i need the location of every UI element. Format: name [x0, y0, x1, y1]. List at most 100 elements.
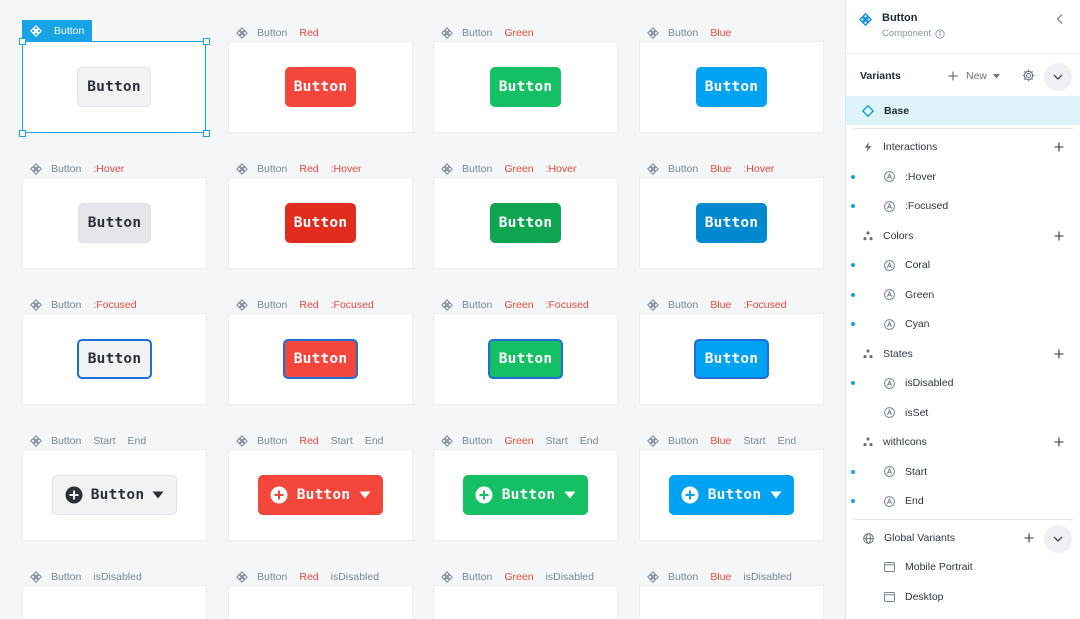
variant-item[interactable]: Coral	[846, 253, 1080, 277]
variant-frame[interactable]: Button	[639, 449, 824, 541]
variant-frame[interactable]: Button	[228, 449, 413, 541]
design-canvas[interactable]: Button Button Red Button Button Green Button Bu…	[0, 0, 845, 619]
variant-frame[interactable]: Button	[228, 177, 413, 269]
variant-label[interactable]: Button Blue isDisabled	[637, 569, 804, 585]
variant-label[interactable]: Button Green:Focused	[431, 297, 601, 313]
variant-frame[interactable]: Button	[433, 177, 618, 269]
component-icon	[647, 163, 659, 175]
expand-variants-button[interactable]	[1044, 63, 1072, 91]
variant-label[interactable]: Button Green isDisabled	[431, 569, 606, 585]
variant-label-part: End	[127, 435, 147, 447]
new-variant-button[interactable]: New	[948, 69, 1001, 83]
variant-label[interactable]: Button Red Start End	[226, 433, 396, 449]
variant-item[interactable]: Green	[846, 283, 1080, 307]
variant-frame[interactable]: Button	[22, 41, 206, 133]
variant-label[interactable]: Button Green Start End	[431, 433, 610, 449]
triangle-dots-icon	[863, 348, 873, 359]
variant-frame[interactable]	[22, 585, 207, 619]
variant-frame[interactable]: Button	[228, 41, 413, 133]
add-variant-icon[interactable]	[1054, 142, 1064, 152]
coral-button-preview[interactable]: Button	[284, 67, 357, 107]
global-variant-item[interactable]: Desktop	[846, 585, 1080, 609]
blue-button-preview[interactable]: Button	[669, 475, 794, 515]
variant-frame[interactable]: Button	[639, 313, 824, 405]
variant-frame[interactable]	[228, 585, 413, 619]
base-button-preview[interactable]: Button	[52, 475, 177, 515]
variant-item[interactable]: :Hover	[846, 165, 1080, 189]
expand-global-variants-button[interactable]	[1044, 525, 1072, 553]
base-button-preview[interactable]: Button	[76, 339, 153, 379]
variant-label[interactable]: Button Red isDisabled	[226, 569, 391, 585]
coral-button-preview[interactable]: Button	[282, 339, 359, 379]
component-icon	[441, 27, 453, 39]
divider	[854, 519, 1073, 520]
base-button-preview[interactable]: Button	[77, 67, 151, 107]
variant-group-states[interactable]: States	[846, 342, 1080, 366]
variant-item[interactable]: Cyan	[846, 312, 1080, 336]
variant-frame[interactable]: Button	[22, 177, 207, 269]
variant-label-part: Button	[668, 299, 699, 311]
variant-group-withicons[interactable]: withIcons	[846, 430, 1080, 454]
variant-label[interactable]: Button isDisabled	[20, 569, 154, 585]
add-variant-icon[interactable]	[1054, 349, 1064, 359]
variant-item-label: Coral	[905, 259, 931, 271]
variant-frame[interactable]: Button	[228, 313, 413, 405]
variant-label[interactable]: Button Red:Hover	[226, 161, 374, 177]
plus-circle-icon	[270, 486, 288, 504]
green-button-preview[interactable]: Button	[489, 67, 562, 107]
variant-label[interactable]: Button Red:Focused	[226, 297, 386, 313]
add-variant-icon[interactable]	[1054, 437, 1064, 447]
variant-label[interactable]: Button:Hover	[20, 161, 136, 177]
component-icon	[30, 299, 42, 311]
collapse-panel-icon[interactable]	[1055, 13, 1065, 25]
variant-frame[interactable]: Button	[22, 313, 207, 405]
variant-group-interactions[interactable]: Interactions	[846, 135, 1080, 159]
variant-item[interactable]: :Focused	[846, 194, 1080, 218]
green-button-preview[interactable]: Button	[463, 475, 588, 515]
green-button-preview[interactable]: Button	[489, 203, 562, 243]
variant-label[interactable]: Button:Focused	[20, 297, 149, 313]
variant-frame[interactable]: Button	[639, 41, 824, 133]
variant-frame[interactable]: Button	[639, 177, 824, 269]
info-icon[interactable]	[935, 28, 945, 39]
add-variant-icon[interactable]	[1054, 231, 1064, 241]
variant-label[interactable]: Button Green	[431, 25, 546, 41]
selection-tag[interactable]: Button	[22, 20, 93, 41]
coral-button-preview[interactable]: Button	[284, 203, 357, 243]
variant-label-part: Red	[299, 163, 319, 175]
blue-button-preview[interactable]: Button	[695, 67, 768, 107]
variant-label[interactable]: Button Start End	[20, 433, 158, 449]
blue-button-preview[interactable]: Button	[693, 339, 770, 379]
variant-label-part: End	[364, 435, 384, 447]
component-icon	[441, 163, 453, 175]
variant-label[interactable]: Button Blue:Hover	[637, 161, 786, 177]
coral-button-preview[interactable]: Button	[258, 475, 383, 515]
base-button-preview[interactable]: Button	[77, 203, 152, 243]
variant-item[interactable]: End	[846, 489, 1080, 513]
gear-icon[interactable]	[1022, 69, 1035, 82]
variant-item[interactable]: isDisabled	[846, 371, 1080, 395]
variant-item[interactable]: Start	[846, 460, 1080, 484]
component-icon	[30, 24, 42, 37]
variant-frame[interactable]: Button	[433, 41, 618, 133]
variant-frame[interactable]: Button	[433, 449, 618, 541]
variant-label[interactable]: Button Blue Start End	[637, 433, 808, 449]
variant-frame[interactable]: Button	[22, 449, 207, 541]
global-variant-item[interactable]: Mobile Portrait	[846, 555, 1080, 579]
variant-frame[interactable]: Button	[433, 313, 618, 405]
add-global-variant-icon[interactable]	[1024, 533, 1034, 543]
variant-frame[interactable]	[639, 585, 824, 619]
variant-item[interactable]: isSet	[846, 401, 1080, 425]
variant-label[interactable]: Button Green:Hover	[431, 161, 588, 177]
variant-label[interactable]: Button Blue:Focused	[637, 297, 799, 313]
variant-label[interactable]: Button Blue	[637, 25, 743, 41]
green-button-preview[interactable]: Button	[487, 339, 564, 379]
base-variant-row[interactable]: Base	[846, 96, 1080, 125]
blue-button-preview[interactable]: Button	[695, 203, 768, 243]
global-variant-label: Desktop	[905, 590, 944, 603]
variant-label[interactable]: Button Red	[226, 25, 331, 41]
component-icon	[647, 27, 659, 39]
variant-group-colors[interactable]: Colors	[846, 224, 1080, 248]
variants-label: Variants	[860, 70, 901, 82]
variant-frame[interactable]	[433, 585, 618, 619]
